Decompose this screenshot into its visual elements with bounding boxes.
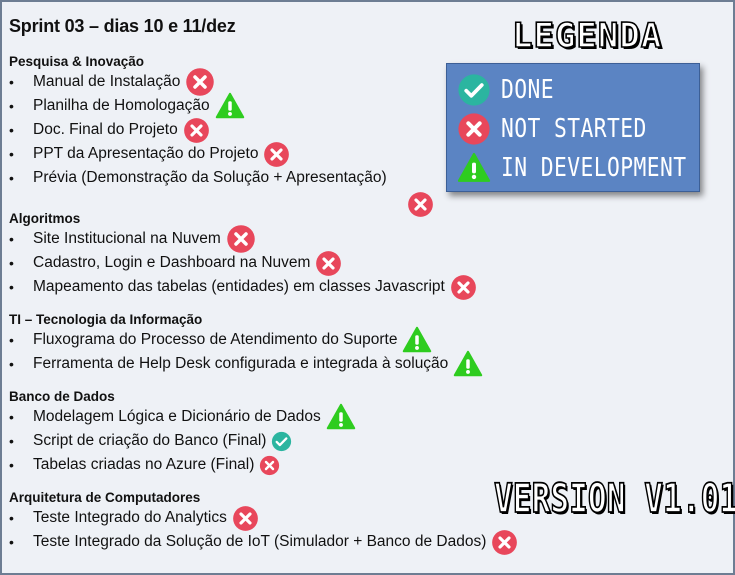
version-label: VERSION V1.01 [493,475,735,523]
task-label: Mapeamento das tabelas (entidades) em cl… [33,278,445,295]
bullet: • [9,356,14,372]
task-item: • Script de criação do Banco (Final) [9,429,609,453]
task-label: Site Institucional na Nuvem [33,230,221,247]
warning-triangle-icon [215,91,245,121]
task-item: • Fluxograma do Processo de Atendimento d… [9,325,609,355]
warning-triangle-icon [402,325,432,355]
legend-label: IN DEVELOPMENT [501,152,687,183]
task-label: Ferramenta de Help Desk configurada e in… [33,355,449,372]
section-title: Algoritmos [9,211,81,226]
task-item: • Tabelas criadas no Azure (Final) [9,453,609,477]
bullet: • [9,332,14,348]
bullet: • [9,74,14,90]
task-item: • Cadastro, Login e Dashboard na Nuvem [9,250,609,277]
warning-triangle-icon [326,402,356,432]
task-label: Tabelas criadas no Azure (Final) [33,456,255,473]
x-circle-icon [259,455,280,476]
x-circle-icon [450,274,477,301]
bullet: • [9,433,14,449]
x-circle-icon [263,141,290,168]
x-circle-icon [232,505,259,532]
bullet: • [9,231,14,247]
bullet: • [9,409,14,425]
warning-triangle-icon [453,349,483,379]
task-label: Manual de Instalação [33,73,181,90]
legend-entry: IN DEVELOPMENT [457,148,699,187]
x-circle-icon [185,67,215,97]
task-item: • Modelagem Lógica e Dicionário de Dados [9,402,609,432]
legend-title: LEGENDA [511,15,663,57]
x-circle-icon [226,224,256,254]
bullet: • [9,255,14,271]
section-title: TI – Tecnologia da Informação [9,312,203,327]
x-circle-icon [183,117,210,144]
x-circle-icon [457,112,491,146]
x-circle-icon [491,529,518,556]
task-label: Script de criação do Banco (Final) [33,432,267,449]
task-label: Teste Integrado do Analytics [33,509,227,526]
bullet: • [9,98,14,114]
bullet: • [9,510,14,526]
task-label: Cadastro, Login e Dashboard na Nuvem [33,254,311,271]
task-item: • Mapeamento das tabelas (entidades) em c… [9,274,609,301]
bullet: • [9,457,14,473]
task-label: Fluxograma do Processo de Atendimento do… [33,331,398,348]
task-item: • Ferramenta de Help Desk configurada e i… [9,349,609,379]
check-circle-icon [457,73,491,107]
section: TI – Tecnologia da Informação • Fluxograma… [9,311,609,379]
bullet: • [9,122,14,138]
warning-triangle-icon [457,151,491,185]
sprint-slide: Sprint 03 – dias 10 e 11/dez Pesquisa & … [0,0,735,575]
bullet: • [9,534,14,550]
bullet: • [9,146,14,162]
section-title: Banco de Dados [9,389,115,404]
task-label: Modelagem Lógica e Dicionário de Dados [33,408,321,425]
task-label: Doc. Final do Projeto [33,121,178,138]
legend-label: DONE [501,74,554,105]
bullet: • [9,279,14,295]
task-item: • Site Institucional na Nuvem [9,224,609,254]
task-label: Prévia (Demonstração da Solução + Aprese… [33,169,387,186]
legend-label: NOT STARTED [501,113,647,144]
bullet: • [9,170,14,186]
slide-title: Sprint 03 – dias 10 e 11/dez [9,16,236,36]
legend-entry: NOT STARTED [457,109,699,148]
legend-box: DONE NOT STARTED IN DEVELOPMENT [446,63,700,192]
task-label: Planilha de Homologação [33,97,210,114]
x-circle-icon [407,191,434,218]
task-label: PPT da Apresentação do Projeto [33,145,259,162]
x-circle-icon [315,250,342,277]
legend-entry: DONE [457,70,699,109]
section: Algoritmos • Site Institucional na Nuvem • C… [9,210,609,301]
task-item: • Teste Integrado da Solução de IoT (Simu… [9,529,609,556]
check-circle-icon [271,431,292,452]
task-label: Teste Integrado da Solução de IoT (Simul… [33,533,487,550]
section: Banco de Dados • Modelagem Lógica e Dicion… [9,388,609,477]
